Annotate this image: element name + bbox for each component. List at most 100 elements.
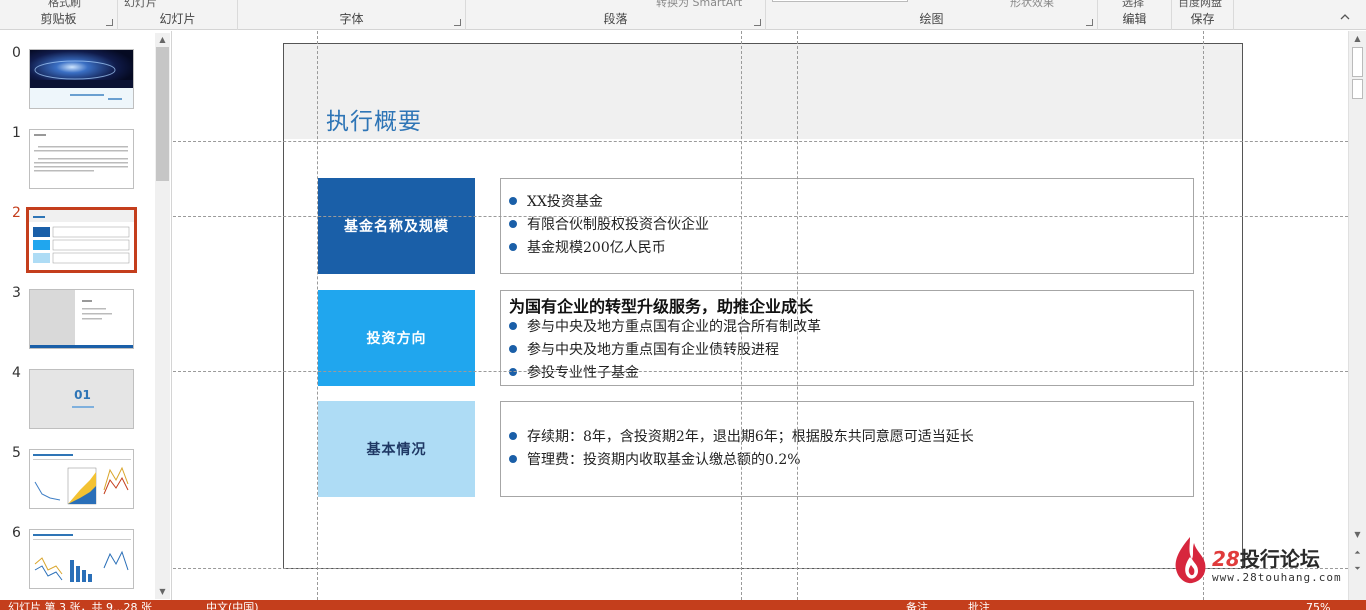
watermark-brand-text: 投行论坛 <box>1239 547 1320 571</box>
ribbon: 格式刷 剪贴板 幻灯片 幻灯片 字体 转换为 SmartArt 段落 形状效果 … <box>0 0 1366 30</box>
bullet-icon <box>509 220 517 228</box>
flame-logo-icon <box>1175 537 1206 584</box>
slide-title[interactable]: 执行概要 <box>326 102 422 136</box>
language-indicator[interactable]: 中文(中国) <box>206 602 259 610</box>
slide-thumbnail-3[interactable] <box>29 289 134 349</box>
convert-smartart-button[interactable]: 转换为 SmartArt <box>656 0 742 10</box>
scroll-up-icon[interactable]: ▲ <box>155 33 170 47</box>
paragraph-launcher-icon[interactable] <box>754 19 761 26</box>
bullet-text: 基金规模200亿人民币 <box>527 240 666 256</box>
section-number: 01 <box>74 388 91 402</box>
thumbnail-number: 5 <box>12 445 21 461</box>
bullet-icon <box>509 345 517 353</box>
collapse-ribbon-icon[interactable] <box>1340 12 1350 22</box>
scrollbar-thumb[interactable] <box>1352 47 1363 77</box>
drawing-launcher-icon[interactable] <box>1086 19 1093 26</box>
ribbon-group-label: 段落 <box>603 12 628 26</box>
ribbon-group-label: 字体 <box>339 12 364 26</box>
bullet-text: 有限合伙制股权投资合伙企业 <box>527 217 709 233</box>
ribbon-group-label: 剪贴板 <box>40 12 77 26</box>
charts-slide-preview <box>33 454 131 505</box>
scrollbar-thumb[interactable] <box>156 47 169 181</box>
list-item: 参投专业性子基金 <box>509 362 821 385</box>
slide-thumbnail-5[interactable] <box>29 449 134 509</box>
ribbon-group-clipboard: 格式刷 剪贴板 <box>0 0 118 30</box>
bullet-icon <box>509 197 517 205</box>
section-subtitle-line <box>72 406 94 408</box>
list-item: 参与中央及地方重点国有企业债转股进程 <box>509 339 821 362</box>
new-slide-button[interactable]: 幻灯片 <box>124 0 157 10</box>
slide-thumbnail-0[interactable] <box>29 49 134 109</box>
drawing-guide-horizontal[interactable] <box>173 141 1348 142</box>
scroll-down-icon[interactable]: ▼ <box>1349 527 1366 542</box>
row-heading: 为国有企业的转型升级服务，助推企业成长 <box>509 297 814 316</box>
drawing-guide-vertical[interactable] <box>797 31 798 600</box>
status-bar: 幻灯片 第 3 张，共 9...28 张 中文(中国) 备注 批注 75% <box>0 600 1366 610</box>
thumbnail-number: 1 <box>12 125 21 141</box>
slide-canvas[interactable]: 执行概要 基金名称及规模 XX投资基金 有限合伙制股权投资合伙企业 基金规模20… <box>283 43 1243 569</box>
slide-thumbnail-6[interactable] <box>29 529 134 589</box>
slide-thumbnail-1[interactable] <box>29 129 134 189</box>
watermark-brand-number: 28 <box>1212 547 1240 571</box>
drawing-guide-horizontal[interactable] <box>173 216 1348 217</box>
list-item: 参与中央及地方重点国有企业的混合所有制改革 <box>509 316 821 339</box>
list-item: XX投资基金 <box>509 191 709 214</box>
baidu-netdisk-button[interactable]: 百度网盘 <box>1178 0 1222 10</box>
ribbon-group-label: 编辑 <box>1122 12 1147 26</box>
bullet-text: 管理费：投资期内收取基金认缴总额的0.2% <box>527 452 801 468</box>
select-button[interactable]: 选择 <box>1122 0 1144 10</box>
drawing-guide-horizontal[interactable] <box>173 371 1348 372</box>
drawing-guide-vertical[interactable] <box>1203 31 1204 600</box>
slide-thumbnail-2[interactable] <box>26 207 137 273</box>
editor-scrollbar[interactable]: ▲ ▼ ⏶ ⏷ <box>1348 31 1366 600</box>
bullet-list: 参与中央及地方重点国有企业的混合所有制改革 参与中央及地方重点国有企业债转股进程… <box>509 316 821 385</box>
previous-slide-icon[interactable]: ⏶ <box>1349 545 1366 560</box>
next-slide-icon[interactable]: ⏷ <box>1349 561 1366 576</box>
thumbnail-scrollbar[interactable]: ▲ ▼ <box>155 33 170 599</box>
comments-button[interactable]: 批注 <box>968 602 990 610</box>
slide-editor: 执行概要 基金名称及规模 XX投资基金 有限合伙制股权投资合伙企业 基金规模20… <box>173 31 1348 600</box>
ribbon-group-label: 幻灯片 <box>159 12 196 26</box>
clipboard-launcher-icon[interactable] <box>106 19 113 26</box>
charts-slide-preview <box>33 534 131 582</box>
row-content-basic-info[interactable]: 存续期：8年，含投资期2年，退出期6年；根据股东共同意愿可适当延长 管理费：投资… <box>500 401 1194 497</box>
thumbnail-number: 6 <box>12 525 21 541</box>
bullet-text: 存续期：8年，含投资期2年，退出期6年；根据股东共同意愿可适当延长 <box>527 429 974 445</box>
slide-header-band <box>284 44 1242 139</box>
ribbon-group-label: 保存 <box>1190 12 1215 26</box>
zoom-level[interactable]: 75% <box>1306 602 1330 610</box>
ribbon-group-label: 绘图 <box>919 12 944 26</box>
list-item: 有限合伙制股权投资合伙企业 <box>509 214 709 237</box>
bullet-icon <box>509 455 517 463</box>
drawing-guide-vertical[interactable] <box>317 31 318 600</box>
thumbnail-number: 2 <box>12 205 21 221</box>
thumbnail-number: 3 <box>12 285 21 301</box>
row-content-fund-name[interactable]: XX投资基金 有限合伙制股权投资合伙企业 基金规模200亿人民币 <box>500 178 1194 274</box>
shape-effects-button[interactable]: 形状效果 <box>1010 0 1054 10</box>
shapes-gallery[interactable] <box>772 0 908 2</box>
font-launcher-icon[interactable] <box>454 19 461 26</box>
bullet-text: 参投专业性子基金 <box>527 365 639 381</box>
slide-thumbnail-pane: 0 1 2 3 4 01 5 6 ▲ ▼ <box>0 31 172 600</box>
bullet-icon <box>509 432 517 440</box>
format-painter-button[interactable]: 格式刷 <box>48 0 81 10</box>
list-item: 基金规模200亿人民币 <box>509 237 709 260</box>
slide-thumbnail-4[interactable]: 01 <box>29 369 134 429</box>
row-label-basic-info[interactable]: 基本情况 <box>318 401 475 497</box>
drawing-guide-vertical[interactable] <box>741 31 742 600</box>
ribbon-group-editing: 选择 编辑 <box>1098 0 1172 30</box>
scrollbar-page-marker[interactable] <box>1352 79 1363 99</box>
cover-slide-preview <box>30 50 133 108</box>
row-label-fund-name[interactable]: 基金名称及规模 <box>318 178 475 274</box>
scroll-down-icon[interactable]: ▼ <box>155 585 170 599</box>
bullet-icon <box>509 368 517 376</box>
slide-counter: 幻灯片 第 3 张，共 9...28 张 <box>8 601 152 610</box>
thumbnail-number: 0 <box>12 45 21 61</box>
bullet-text: XX投资基金 <box>527 194 603 210</box>
bullet-icon <box>509 243 517 251</box>
thumbnail-number: 4 <box>12 365 21 381</box>
ribbon-group-paragraph: 转换为 SmartArt 段落 <box>466 0 766 30</box>
scroll-up-icon[interactable]: ▲ <box>1349 31 1366 46</box>
notes-button[interactable]: 备注 <box>906 602 928 610</box>
ribbon-group-save: 百度网盘 保存 <box>1172 0 1234 30</box>
